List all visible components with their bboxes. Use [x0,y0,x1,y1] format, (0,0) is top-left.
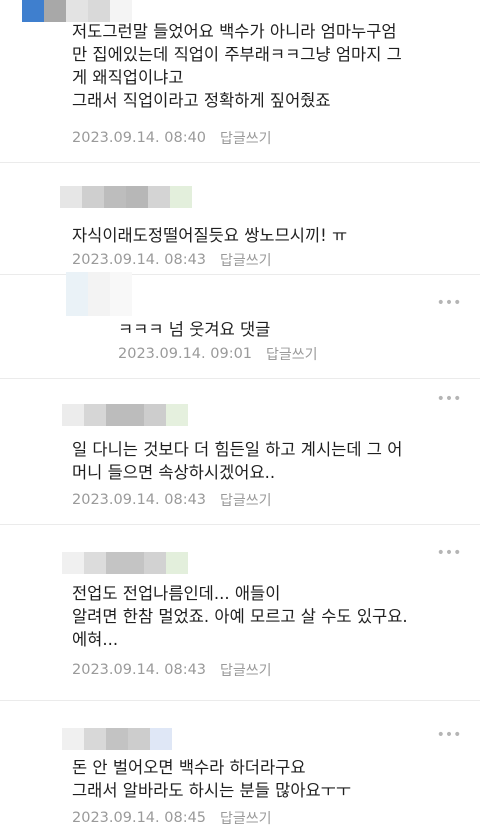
comment-date: 2023.09.14. 08:40 [72,130,207,146]
divider [0,162,480,163]
reply-button[interactable]: 답글쓰기 [220,128,272,148]
more-options-icon[interactable]: ••• [436,294,462,312]
comment-text: 자식이래도정떨어질듯요 쌍노므시끼! ㅠ [72,226,348,245]
comment-date: 2023.09.14. 08:45 [72,810,207,826]
divider [0,524,480,525]
more-options-icon[interactable]: ••• [436,390,462,408]
comment-text: 저도그런말 들었어요 백수가 아니라 엄마누구엄 만 집에있는데 직업이 주부래… [72,22,402,110]
reply-button[interactable]: 답글쓰기 [220,250,272,270]
blurred-username [22,0,132,22]
blurred-username [60,186,192,208]
comment-text: 일 다니는 것보다 더 힘든일 하고 계시는데 그 어 머니 들으면 속상하시겠… [72,440,403,482]
reply-button[interactable]: 답글쓰기 [220,660,272,680]
blurred-username [62,552,188,574]
reply-button[interactable]: 답글쓰기 [220,490,272,510]
divider [0,378,480,379]
comment-date: 2023.09.14. 08:43 [72,492,207,508]
blurred-username [66,272,132,316]
comment-text: 돈 안 벌어오면 백수라 하더라구요 그래서 알바라도 하시는 분들 많아요ㅜㅜ [72,758,352,800]
reply-button[interactable]: 답글쓰기 [220,808,272,828]
blurred-username [62,728,172,750]
comment-date: 2023.09.14. 08:43 [72,252,207,268]
reply-button[interactable]: 답글쓰기 [266,344,318,364]
more-options-icon[interactable]: ••• [436,726,462,744]
comment-text: 전업도 전업나름인데... 애들이 알려면 한참 멀었죠. 아예 모르고 살 수… [72,584,408,649]
more-options-icon[interactable]: ••• [436,544,462,562]
comment-text: ㅋㅋㅋ 넘 웃겨요 댓글 [118,320,271,339]
comment-date: 2023.09.14. 09:01 [118,346,253,362]
blurred-username [62,404,188,426]
comment-date: 2023.09.14. 08:43 [72,662,207,678]
divider [0,700,480,701]
